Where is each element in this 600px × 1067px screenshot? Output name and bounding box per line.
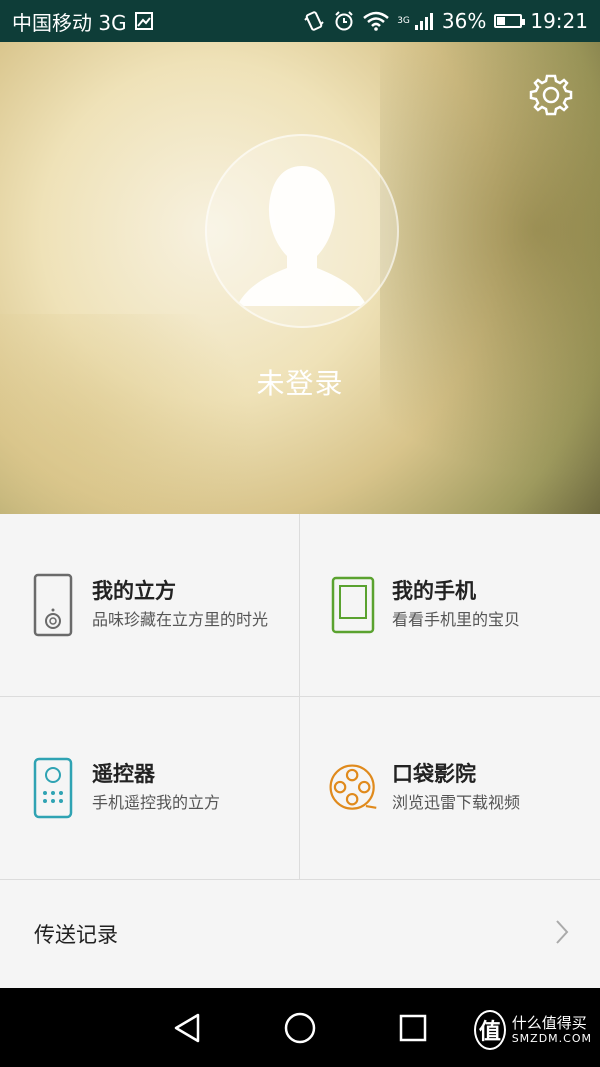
tile-title: 我的立方 xyxy=(92,579,176,603)
vibrate-icon xyxy=(303,10,325,32)
carrier-label: 中国移动 3G xyxy=(12,10,127,35)
alarm-icon xyxy=(333,10,355,32)
tile-title: 遥控器 xyxy=(92,762,155,786)
remote-control-tile[interactable]: 遥控器 手机遥控我的立方 xyxy=(0,697,300,880)
tile-title: 我的手机 xyxy=(392,579,476,603)
film-reel-icon xyxy=(328,756,378,820)
my-cube-tile[interactable]: 我的立方 品味珍藏在立方里的时光 xyxy=(0,514,300,697)
feature-grid: 我的立方 品味珍藏在立方里的时光 我的手机 看看手机里的宝贝 遥控器 手机遥控我… xyxy=(0,514,600,880)
settings-gear-icon[interactable] xyxy=(528,72,574,118)
watermark-en: SMZDM.COM xyxy=(511,1032,592,1045)
watermark-badge: 值 xyxy=(474,1010,506,1050)
status-bar: 中国移动 3G 3G 36% 19:21 xyxy=(0,0,600,42)
avatar[interactable] xyxy=(205,134,399,328)
watermark-cn: 什么值得买 xyxy=(511,1014,587,1032)
tile-subtitle: 看看手机里的宝贝 xyxy=(392,610,521,629)
device-icon xyxy=(28,573,78,637)
remote-icon xyxy=(28,756,78,820)
pocket-cinema-tile[interactable]: 口袋影院 浏览迅雷下载视频 xyxy=(300,697,600,880)
battery-icon xyxy=(494,14,526,28)
chevron-right-icon xyxy=(554,918,570,950)
battery-percent: 36% xyxy=(441,9,487,33)
tile-subtitle: 品味珍藏在立方里的时光 xyxy=(92,610,269,629)
signal-icon xyxy=(414,11,434,31)
transfer-records-label: 传送记录 xyxy=(34,923,118,947)
wifi-icon xyxy=(363,11,390,31)
phone-icon xyxy=(328,573,378,637)
back-icon[interactable] xyxy=(167,1008,207,1048)
profile-header: 未登录 xyxy=(0,42,600,514)
watermark: 值 什么值得买 SMZDM.COM xyxy=(474,1000,592,1060)
my-phone-tile[interactable]: 我的手机 看看手机里的宝贝 xyxy=(300,514,600,697)
network-type-label: 3G xyxy=(397,15,410,26)
tile-title: 口袋影院 xyxy=(392,762,476,786)
clock: 19:21 xyxy=(530,9,588,33)
login-status-label[interactable]: 未登录 xyxy=(0,362,600,402)
recent-apps-icon[interactable] xyxy=(393,1008,433,1048)
image-notification-icon xyxy=(134,12,153,30)
tile-subtitle: 浏览迅雷下载视频 xyxy=(392,793,521,812)
home-icon[interactable] xyxy=(280,1008,320,1048)
tile-subtitle: 手机遥控我的立方 xyxy=(92,793,221,812)
transfer-records-row[interactable]: 传送记录 xyxy=(0,880,600,988)
user-silhouette-icon xyxy=(237,166,367,306)
